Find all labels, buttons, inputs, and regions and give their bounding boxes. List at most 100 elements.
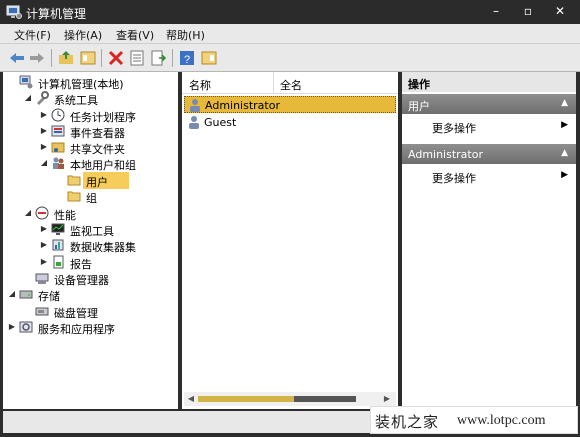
scroll-left-icon[interactable]: ◀	[186, 394, 196, 404]
tree-collapsed-icon[interactable]: ▶	[39, 142, 49, 152]
action-pane: 操作 用户 ▲ 更多操作 ▶ Administrator ▲ 更多操作 ▶	[402, 72, 576, 409]
menu-action[interactable]: 操作(A)	[64, 27, 102, 43]
tree-item-label: 服务和应用程序	[38, 323, 115, 336]
tree-collapsed-icon[interactable]: ▶	[39, 110, 49, 120]
tree-collapsed-icon[interactable]: ▶	[39, 240, 49, 250]
tree-item[interactable]: ◢ 系统工具	[3, 90, 178, 107]
list-item-name: Administrator	[205, 99, 280, 112]
maximize-button[interactable]: ▫	[520, 4, 536, 18]
users-group-icon	[53, 157, 64, 169]
tree-item[interactable]: ▶ 监视工具	[3, 221, 178, 238]
monitor-icon	[51, 223, 65, 235]
tree-collapsed-icon[interactable]: ▶	[39, 126, 49, 136]
up-folder-icon[interactable]	[57, 49, 75, 67]
tree-item[interactable]: ▶ 共享文件夹	[3, 139, 178, 156]
action-section-users[interactable]: 用户 ▲	[402, 94, 576, 114]
back-arrow-icon[interactable]	[8, 49, 26, 67]
navigation-tree[interactable]: 计算机管理(本地) ◢ 系统工具 ▶ 任务计划程序 ▶ 事件查看器 ▶ 共享文件夹 ◢ 本地用户和组…	[3, 72, 178, 409]
window-title: 计算机管理	[26, 7, 87, 21]
tree-collapsed-icon[interactable]: ▶	[39, 257, 49, 267]
list-item[interactable]: Guest	[184, 114, 396, 131]
tree-expanded-icon[interactable]: ◢	[7, 289, 17, 299]
services-icon	[19, 321, 33, 333]
collapse-icon[interactable]: ▲	[561, 98, 568, 108]
tools-icon	[37, 91, 49, 105]
tree-item-label: 本地用户和组	[70, 159, 136, 172]
disk-icon	[35, 307, 49, 316]
folder-icon	[67, 175, 81, 186]
tree-item[interactable]: 计算机管理(本地)	[3, 74, 178, 91]
tree-item[interactable]: 设备管理器	[3, 270, 178, 287]
device-manager-icon	[35, 273, 49, 284]
column-header-name[interactable]: 名称	[189, 77, 211, 93]
folder-icon	[67, 191, 81, 202]
toolbar: ?	[0, 44, 580, 72]
svg-text:?: ?	[184, 54, 190, 66]
column-header-fullname[interactable]: 全名	[280, 77, 302, 93]
scrollbar-thumb[interactable]	[198, 396, 294, 402]
scrollbar-track-segment	[294, 396, 356, 402]
user-icon	[190, 99, 200, 112]
more-actions-administrator[interactable]: 更多操作 ▶	[402, 166, 576, 186]
tree-item[interactable]: ▶ 数据收集器集	[3, 237, 178, 254]
export-list-icon[interactable]	[149, 49, 167, 67]
show-action-pane-icon[interactable]	[200, 49, 218, 67]
tree-item-label: 组	[86, 192, 97, 205]
horizontal-scrollbar[interactable]: ◀ ▶	[184, 392, 396, 406]
tree-item[interactable]: ▶ 事件查看器	[3, 123, 178, 140]
action-section-administrator[interactable]: Administrator ▲	[402, 144, 576, 164]
computer-management-icon	[19, 75, 33, 89]
menu-bar: 文件(F) 操作(A) 查看(V) 帮助(H)	[0, 24, 580, 44]
tree-item[interactable]: ▶ 任务计划程序	[3, 107, 178, 124]
toolbar-separator	[51, 49, 52, 67]
computer-management-icon	[6, 5, 22, 19]
tree-item[interactable]: 用户	[3, 172, 178, 189]
title-bar[interactable]: 计算机管理 – ▫ ✕	[0, 0, 580, 24]
tree-item[interactable]: ◢ 本地用户和组	[3, 155, 178, 172]
minimize-button[interactable]: –	[488, 4, 504, 18]
submenu-arrow-icon: ▶	[561, 120, 568, 130]
submenu-arrow-icon: ▶	[561, 170, 568, 180]
menu-view[interactable]: 查看(V)	[116, 27, 154, 43]
site-watermark: 装机之家 www.lotpc.com	[370, 406, 578, 434]
list-item[interactable]: Administrator	[184, 96, 396, 113]
tree-item[interactable]: ◢ 性能	[3, 205, 178, 222]
menu-help[interactable]: 帮助(H)	[166, 27, 205, 43]
delete-icon[interactable]	[107, 49, 125, 67]
tree-collapsed-icon[interactable]: ▶	[7, 322, 17, 332]
tree-expanded-icon[interactable]: ◢	[23, 93, 33, 103]
close-button[interactable]: ✕	[552, 4, 568, 18]
data-collector-icon	[52, 239, 64, 251]
collapse-icon[interactable]: ▲	[561, 148, 568, 158]
clock-icon	[51, 108, 65, 122]
user-list[interactable]: 名称 全名 Administrator Guest ◀ ▶	[182, 72, 398, 409]
watermark-brand: 装机之家	[375, 413, 440, 431]
watermark-url: www.lotpc.com	[457, 413, 546, 428]
menu-file[interactable]: 文件(F)	[14, 27, 51, 43]
more-actions-users[interactable]: 更多操作 ▶	[402, 116, 576, 136]
user-icon	[189, 116, 199, 129]
tree-item[interactable]: ◢ 存储	[3, 286, 178, 303]
storage-icon	[19, 290, 33, 299]
report-icon	[53, 255, 64, 269]
properties-icon[interactable]	[128, 49, 146, 67]
action-pane-title: 操作	[402, 72, 576, 92]
tree-item[interactable]: ▶ 报告	[3, 254, 178, 271]
computer-management-window: 计算机管理 – ▫ ✕ 文件(F) 操作(A) 查看(V) 帮助(H) ? 计算…	[0, 0, 580, 437]
column-divider[interactable]	[273, 72, 274, 94]
tree-collapsed-icon[interactable]: ▶	[39, 224, 49, 234]
help-icon[interactable]: ?	[178, 49, 196, 67]
tree-expanded-icon[interactable]: ◢	[23, 208, 33, 218]
toolbar-separator	[172, 49, 173, 67]
scroll-right-icon[interactable]: ▶	[382, 394, 392, 404]
show-tree-icon[interactable]	[79, 49, 97, 67]
tree-item[interactable]: 组	[3, 188, 178, 205]
forward-arrow-icon[interactable]	[28, 49, 46, 67]
tree-item-label: 存储	[38, 290, 60, 303]
tree-expanded-icon[interactable]: ◢	[39, 158, 49, 168]
tree-item-label: 系统工具	[54, 94, 98, 107]
tree-item[interactable]: ▶ 服务和应用程序	[3, 319, 178, 336]
tree-item[interactable]: 磁盘管理	[3, 303, 178, 320]
list-item-name: Guest	[204, 116, 237, 129]
list-header: 名称 全名	[182, 72, 398, 94]
